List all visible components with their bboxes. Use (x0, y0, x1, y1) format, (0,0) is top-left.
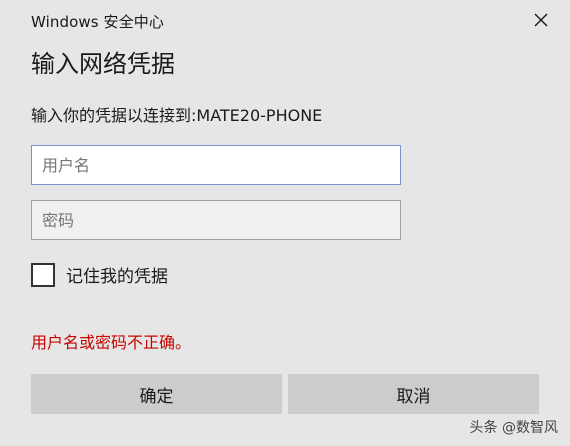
close-button[interactable] (527, 6, 555, 34)
ok-button[interactable]: 确定 (31, 374, 282, 414)
remember-checkbox[interactable] (31, 262, 55, 287)
credential-dialog: Windows 安全中心 输入网络凭据 输入你的凭据以连接到:MATE20-PH… (0, 0, 570, 446)
connection-target-text: 输入你的凭据以连接到:MATE20-PHONE (31, 106, 323, 125)
dialog-heading: 输入网络凭据 (31, 50, 175, 78)
watermark: 头条 @数智风 (469, 420, 558, 436)
close-icon (534, 13, 548, 27)
username-input[interactable] (31, 145, 401, 185)
error-message: 用户名或密码不正确。 (31, 333, 192, 352)
cancel-button[interactable]: 取消 (288, 374, 539, 414)
remember-label: 记住我的凭据 (66, 267, 168, 287)
window-title: Windows 安全中心 (31, 13, 164, 31)
remember-credentials-option[interactable]: 记住我的凭据 (31, 262, 168, 287)
password-input[interactable] (31, 200, 401, 240)
